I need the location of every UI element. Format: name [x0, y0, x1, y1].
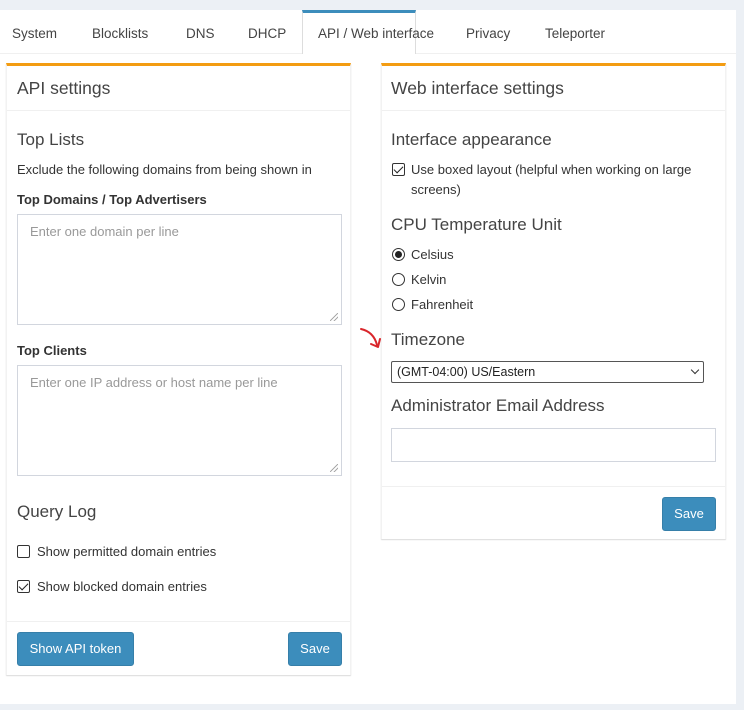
divider — [382, 486, 725, 487]
resize-grip-icon[interactable] — [330, 313, 338, 321]
show-blocked-checkbox[interactable] — [17, 580, 30, 593]
admin-email-heading: Administrator Email Address — [391, 396, 605, 415]
api-save-button[interactable]: Save — [288, 632, 342, 666]
fahrenheit-label[interactable]: Fahrenheit — [411, 297, 473, 312]
interface-appearance-heading: Interface appearance — [391, 130, 552, 149]
tab-system[interactable]: System — [12, 10, 57, 54]
timezone-select[interactable]: (GMT-04:00) US/Eastern — [391, 361, 704, 383]
timezone-selected-value: (GMT-04:00) US/Eastern — [397, 365, 536, 379]
query-log-heading: Query Log — [17, 502, 97, 521]
divider — [7, 621, 350, 622]
kelvin-radio[interactable] — [392, 273, 405, 286]
settings-tabs: System Blocklists DNS DHCP API / Web int… — [0, 10, 736, 54]
top-domains-placeholder: Enter one domain per line — [30, 224, 179, 239]
tab-teleporter[interactable]: Teleporter — [545, 10, 605, 54]
celsius-label[interactable]: Celsius — [411, 247, 454, 262]
resize-grip-icon[interactable] — [330, 464, 338, 472]
top-clients-label: Top Clients — [17, 343, 87, 358]
celsius-radio[interactable] — [392, 248, 405, 261]
top-lists-description: Exclude the following domains from being… — [17, 162, 312, 177]
show-api-token-button[interactable]: Show API token — [17, 632, 134, 666]
top-domains-textarea[interactable]: Enter one domain per line — [17, 214, 342, 325]
web-settings-title: Web interface settings — [391, 78, 564, 98]
api-settings-box: API settings Top Lists Exclude the follo… — [6, 63, 351, 675]
timezone-heading: Timezone — [391, 330, 466, 349]
boxed-layout-checkbox[interactable] — [392, 163, 405, 176]
show-blocked-label[interactable]: Show blocked domain entries — [37, 579, 207, 594]
boxed-layout-label-line1[interactable]: Use boxed layout (helpful when working o… — [411, 162, 691, 177]
top-clients-textarea[interactable]: Enter one IP address or host name per li… — [17, 365, 342, 476]
admin-email-input[interactable] — [391, 428, 716, 462]
top-lists-heading: Top Lists — [17, 130, 85, 149]
api-settings-title: API settings — [17, 78, 111, 98]
web-interface-settings-box: Web interface settings Interface appeara… — [381, 63, 726, 539]
top-clients-placeholder: Enter one IP address or host name per li… — [30, 375, 278, 390]
settings-frame: System Blocklists DNS DHCP API / Web int… — [0, 10, 736, 704]
web-save-button[interactable]: Save — [662, 497, 716, 531]
annotation-arrow-icon — [360, 328, 381, 348]
cpu-temp-heading: CPU Temperature Unit — [391, 215, 562, 234]
tab-privacy[interactable]: Privacy — [466, 10, 510, 54]
tab-api-web-interface[interactable]: API / Web interface — [302, 10, 434, 54]
chevron-down-icon — [690, 365, 700, 375]
divider — [7, 110, 350, 111]
tab-dns[interactable]: DNS — [186, 10, 215, 54]
top-domains-label: Top Domains / Top Advertisers — [17, 192, 207, 207]
show-permitted-checkbox[interactable] — [17, 545, 30, 558]
fahrenheit-radio[interactable] — [392, 298, 405, 311]
tab-blocklists[interactable]: Blocklists — [92, 10, 148, 54]
tab-dhcp[interactable]: DHCP — [248, 10, 286, 54]
boxed-layout-label-line2[interactable]: screens) — [411, 182, 461, 197]
kelvin-label[interactable]: Kelvin — [411, 272, 446, 287]
divider — [382, 110, 725, 111]
show-permitted-label[interactable]: Show permitted domain entries — [37, 544, 216, 559]
